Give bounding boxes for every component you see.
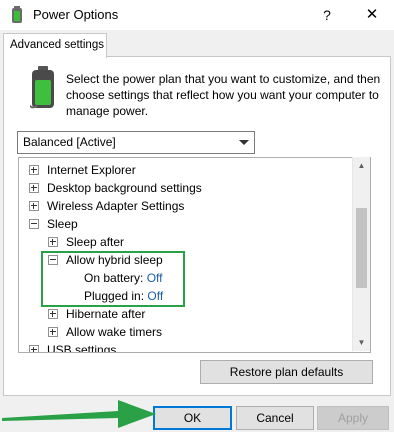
restore-plan-defaults-button[interactable]: Restore plan defaults	[200, 360, 373, 384]
tree-item-usb-settings[interactable]: USB settings	[29, 341, 116, 352]
cancel-button[interactable]: Cancel	[236, 406, 314, 430]
apply-button: Apply	[317, 406, 389, 430]
power-options-icon	[12, 6, 22, 23]
ok-button[interactable]: OK	[153, 406, 232, 430]
plan-description: Select the power plan that you want to c…	[66, 72, 381, 118]
scrollbar-thumb[interactable]	[356, 208, 367, 288]
expand-icon[interactable]	[29, 182, 39, 193]
tree-scrollbar[interactable]: ▲ ▼	[352, 157, 370, 351]
expand-icon[interactable]	[29, 164, 39, 175]
expand-icon[interactable]	[48, 326, 58, 337]
scroll-down-icon[interactable]: ▼	[353, 334, 370, 351]
expand-icon[interactable]	[48, 308, 58, 319]
battery-plan-icon	[30, 66, 54, 109]
close-button[interactable]: ✕	[357, 3, 387, 27]
tree-item-hibernate-after[interactable]: Hibernate after	[48, 305, 145, 323]
hybrid-sleep-highlight	[41, 251, 185, 307]
tree-item-sleep[interactable]: Sleep	[29, 215, 78, 233]
collapse-icon[interactable]	[29, 218, 39, 229]
chevron-down-icon	[239, 140, 249, 145]
tree-item-sleep-after[interactable]: Sleep after	[48, 233, 124, 251]
green-arrow-icon	[2, 400, 156, 428]
expand-icon[interactable]	[29, 344, 39, 352]
tree-item-internet-explorer[interactable]: Internet Explorer	[29, 161, 136, 179]
help-button[interactable]: ?	[312, 3, 342, 27]
tab-label: Advanced settings	[10, 39, 104, 51]
tree-item-allow-wake-timers[interactable]: Allow wake timers	[48, 323, 162, 341]
tree-item-desktop-background[interactable]: Desktop background settings	[29, 179, 202, 197]
tree-item-wireless-adapter[interactable]: Wireless Adapter Settings	[29, 197, 184, 215]
title-bar: Power Options ? ✕	[0, 0, 394, 30]
window-title: Power Options	[33, 7, 119, 22]
tab-advanced-settings[interactable]: Advanced settings	[3, 33, 107, 58]
plan-select-value: Balanced [Active]	[23, 135, 116, 149]
plan-select[interactable]: Balanced [Active]	[17, 131, 255, 154]
expand-icon[interactable]	[48, 236, 58, 247]
scroll-up-icon[interactable]: ▲	[353, 157, 370, 174]
expand-icon[interactable]	[29, 200, 39, 211]
